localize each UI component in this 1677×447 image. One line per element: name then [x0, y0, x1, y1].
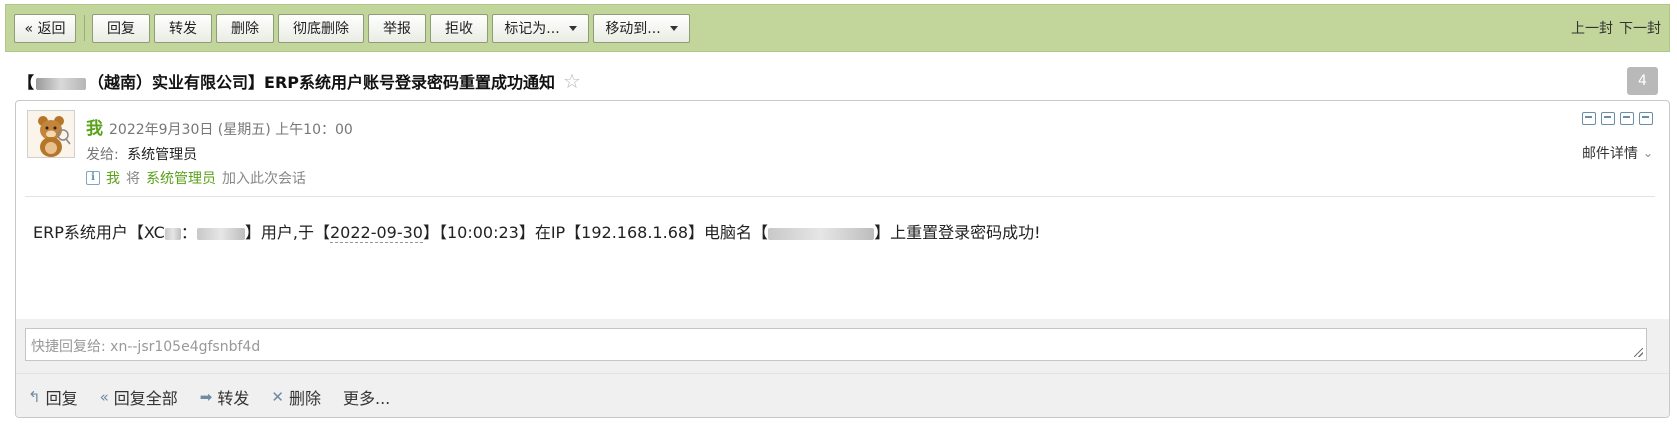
mail-navigation: 上一封 下一封 — [1571, 18, 1661, 38]
new-window-icon[interactable] — [1582, 112, 1596, 125]
body-text-2: ： — [180, 223, 197, 242]
subject-row: 【 （越南）实业有限公司】ERP系统用户账号登录密码重置成功通知 ☆ 4 — [18, 65, 1658, 97]
back-button[interactable]: « 返回 — [14, 13, 76, 43]
redacted-text — [768, 227, 875, 240]
sent-date: 2022年9月30日 (星期五) 上午10：00 — [109, 122, 353, 138]
view-source-icon[interactable] — [1601, 112, 1615, 125]
mail-toolbar: « 返回 回复 转发 删除 彻底删除 举报 拒收 标记为... 移动到... 上… — [5, 4, 1670, 52]
report-button[interactable]: 举报 — [368, 13, 426, 43]
mail-action-icons — [1582, 112, 1653, 125]
bottom-reply-all-label: 回复全部 — [113, 388, 178, 408]
mail-subject: 【 （越南）实业有限公司】ERP系统用户账号登录密码重置成功通知 — [18, 69, 555, 93]
mail-body: ERP系统用户【XC ： 】用户,于【2022-09-30】【10:00:23】在I… — [33, 219, 1040, 243]
next-mail-link[interactable]: 下一封 — [1619, 18, 1661, 38]
bottom-more-label: 更多... — [342, 388, 391, 408]
reply-all-icon: « — [99, 387, 109, 406]
bottom-more-button[interactable]: 更多... — [343, 385, 390, 409]
bottom-reply-button[interactable]: ↰ 回复 — [28, 385, 78, 409]
reply-button[interactable]: 回复 — [92, 13, 150, 43]
bottom-forward-button[interactable]: ➡ 转发 — [200, 385, 250, 409]
forward-button[interactable]: 转发 — [154, 13, 212, 43]
mail-details-link[interactable]: 邮件详情 ⌄ — [1582, 143, 1653, 163]
double-chevron-down-icon: ⌄ — [1642, 146, 1653, 160]
quick-reply-input[interactable]: 快捷回复给: xn--jsr105e4gfsnbf4d — [25, 328, 1647, 361]
move-to-dropdown[interactable]: 移动到... — [593, 13, 690, 43]
bottom-reply-all-button[interactable]: « 回复全部 — [100, 385, 178, 409]
redacted-text — [36, 77, 87, 90]
bottom-delete-label: 删除 — [288, 388, 321, 408]
body-text-3: 】用户,于【 — [244, 223, 330, 242]
reject-button[interactable]: 拒收 — [430, 13, 488, 43]
conversation-info: i 我 将 系统管理员 加入此次会话 — [86, 168, 306, 188]
body-text-4: 】【10:00:23】在IP【192.168.1.68】电脑名【 — [422, 223, 769, 242]
info-icon: i — [86, 171, 100, 185]
body-text-1: ERP系统用户【XC — [33, 223, 165, 242]
quick-reply-area: 快捷回复给: xn--jsr105e4gfsnbf4d — [16, 319, 1669, 373]
body-date[interactable]: 2022-09-30 — [329, 223, 423, 243]
forward-arrow-icon: ➡ — [199, 387, 213, 406]
resize-grip-icon[interactable] — [1634, 348, 1643, 357]
reply-arrow-icon: ↰ — [28, 387, 41, 406]
delete-button[interactable]: 删除 — [216, 13, 274, 43]
redacted-text — [196, 227, 245, 240]
toolbar-divider — [84, 15, 85, 41]
info-me-link[interactable]: 我 — [106, 168, 120, 188]
download-icon[interactable] — [1620, 112, 1634, 125]
to-label: 发给: — [86, 147, 119, 163]
avatar — [27, 110, 75, 158]
info-join-text: 加入此次会话 — [222, 171, 306, 187]
recipient-name[interactable]: 系统管理员 — [127, 147, 197, 163]
caret-down-icon — [669, 25, 678, 31]
close-icon: ✕ — [271, 387, 284, 406]
sender-line: 我 2022年9月30日 (星期五) 上午10：00 — [86, 114, 353, 139]
bottom-reply-label: 回复 — [45, 388, 78, 408]
body-text-5: 】上重置登录密码成功! — [874, 223, 1041, 242]
delete-permanently-button[interactable]: 彻底删除 — [278, 13, 364, 43]
subject-text: （越南）实业有限公司】ERP系统用户账号登录密码重置成功通知 — [88, 73, 555, 92]
info-will-text: 将 — [126, 171, 140, 187]
bottom-action-bar: ↰ 回复 « 回复全部 ➡ 转发 ✕ 删除 更多... — [16, 373, 1669, 417]
move-to-label: 移动到... — [605, 21, 661, 37]
header-divider — [25, 196, 1655, 197]
bear-avatar-icon — [28, 111, 74, 157]
star-icon[interactable]: ☆ — [563, 71, 581, 91]
info-contact-link[interactable]: 系统管理员 — [146, 168, 216, 188]
mail-card: 我 2022年9月30日 (星期五) 上午10：00 发给: 系统管理员 i 我… — [15, 100, 1670, 418]
mail-details-label: 邮件详情 — [1581, 146, 1638, 162]
recipient-line: 发给: 系统管理员 — [86, 144, 197, 164]
print-icon[interactable] — [1639, 112, 1653, 125]
bottom-forward-label: 转发 — [217, 388, 250, 408]
redacted-text — [164, 227, 181, 240]
subject-prefix: 【 — [18, 73, 35, 92]
mark-as-dropdown[interactable]: 标记为... — [492, 13, 589, 43]
conversation-count-badge[interactable]: 4 — [1627, 67, 1658, 95]
mark-as-label: 标记为... — [504, 21, 560, 37]
quick-reply-placeholder: 快捷回复给: xn--jsr105e4gfsnbf4d — [31, 339, 261, 355]
bottom-delete-button[interactable]: ✕ 删除 — [271, 385, 321, 409]
sender-name[interactable]: 我 — [86, 114, 103, 139]
caret-down-icon — [568, 25, 577, 31]
prev-mail-link[interactable]: 上一封 — [1571, 18, 1613, 38]
